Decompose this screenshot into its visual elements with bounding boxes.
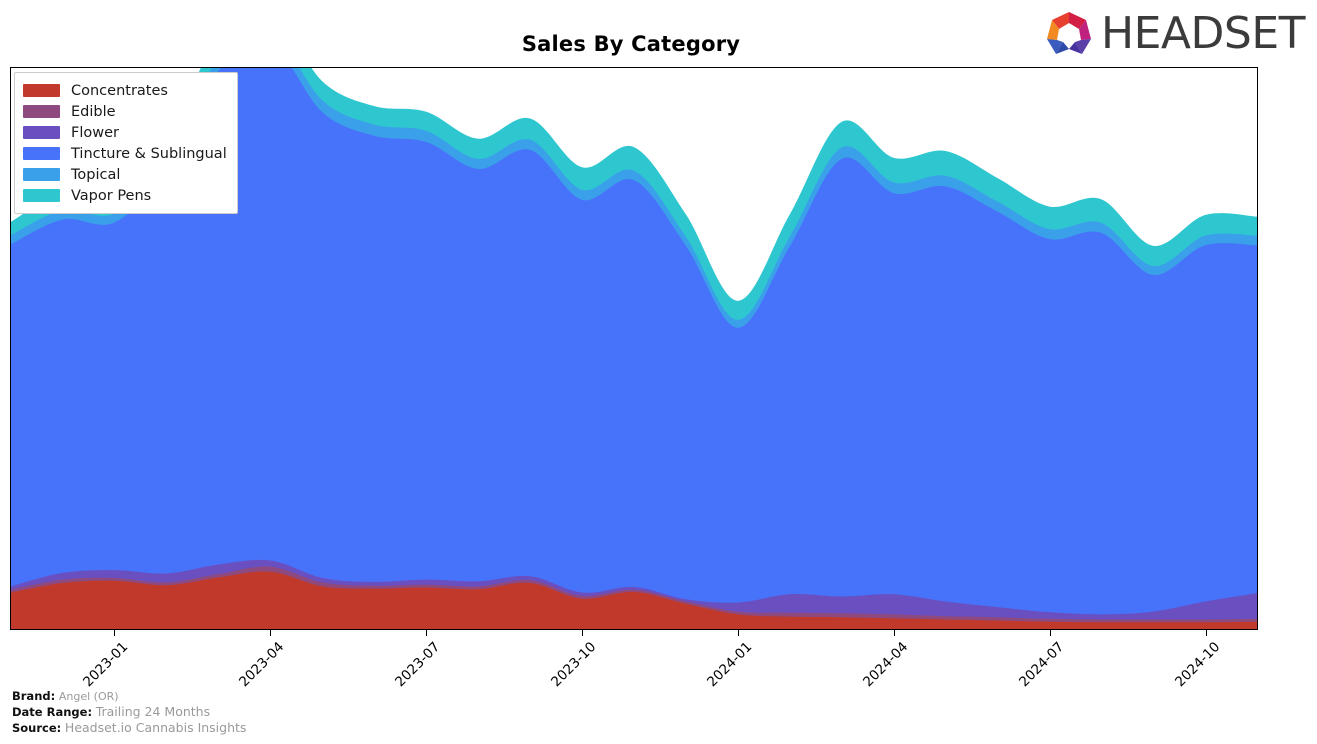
footer-date-range: Date Range: Trailing 24 Months (12, 704, 246, 720)
legend-item[interactable]: Edible (23, 101, 227, 122)
legend-swatch-icon (23, 105, 60, 118)
legend-item[interactable]: Concentrates (23, 80, 227, 101)
x-axis-tick-mark (582, 630, 584, 636)
x-axis-tick-mark (894, 630, 896, 636)
legend-item-label: Edible (71, 103, 116, 120)
headset-brand-logo: HEADSET (1041, 8, 1305, 60)
brand-wordmark: HEADSET (1101, 8, 1305, 59)
legend-item[interactable]: Topical (23, 164, 227, 185)
chart-footer: Brand: Angel (OR) Date Range: Trailing 2… (12, 689, 246, 736)
legend-swatch-icon (23, 147, 60, 160)
x-axis-tick-label: 2023-01 (80, 639, 132, 691)
legend-item[interactable]: Vapor Pens (23, 185, 227, 206)
chart-page: Sales By Category HEADSET Concentrates Ed… (0, 0, 1317, 744)
legend-item-label: Concentrates (71, 82, 168, 99)
x-axis-tick-label: 2024-01 (704, 639, 756, 691)
x-axis-tick-label: 2023-04 (236, 639, 288, 691)
footer-date-value: Trailing 24 Months (95, 704, 211, 719)
footer-source-value: Headset.io Cannabis Insights (64, 720, 247, 735)
x-axis-tick-mark (270, 630, 272, 636)
legend-item-label: Flower (71, 124, 119, 141)
legend-item-label: Vapor Pens (71, 187, 152, 204)
x-axis-tick-label: 2024-10 (1172, 639, 1224, 691)
legend-item[interactable]: Tincture & Sublingual (23, 143, 227, 164)
x-axis-tick-label: 2024-04 (860, 639, 912, 691)
x-axis-tick-label: 2023-07 (392, 639, 444, 691)
footer-brand-value: Angel (OR) (58, 690, 119, 703)
legend-swatch-icon (23, 126, 60, 139)
footer-brand-key: Brand: (12, 689, 56, 703)
legend-swatch-icon (23, 189, 60, 202)
legend-item[interactable]: Flower (23, 122, 227, 143)
footer-source-key: Source: (12, 721, 62, 735)
headset-hexagon-logo-icon (1047, 12, 1092, 54)
footer-brand: Brand: Angel (OR) (12, 689, 246, 704)
x-axis-tick-label: 2023-10 (548, 639, 600, 691)
x-axis-tick-mark (738, 630, 740, 636)
legend-item-label: Topical (71, 166, 121, 183)
legend-swatch-icon (23, 168, 60, 181)
x-axis: 2023-01 2023-04 2023-07 2023-10 2024-01 2024-… (10, 630, 1258, 690)
x-axis-tick-label: 2024-07 (1016, 639, 1068, 691)
legend-item-label: Tincture & Sublingual (71, 145, 227, 162)
legend-swatch-icon (23, 84, 60, 97)
chart-legend: Concentrates Edible Flower Tincture & Subli… (14, 72, 238, 214)
x-axis-tick-mark (114, 630, 116, 636)
footer-source: Source: Headset.io Cannabis Insights (12, 720, 246, 736)
x-axis-tick-mark (1050, 630, 1052, 636)
footer-date-key: Date Range: (12, 705, 93, 719)
x-axis-tick-mark (1206, 630, 1208, 636)
x-axis-tick-mark (426, 630, 428, 636)
